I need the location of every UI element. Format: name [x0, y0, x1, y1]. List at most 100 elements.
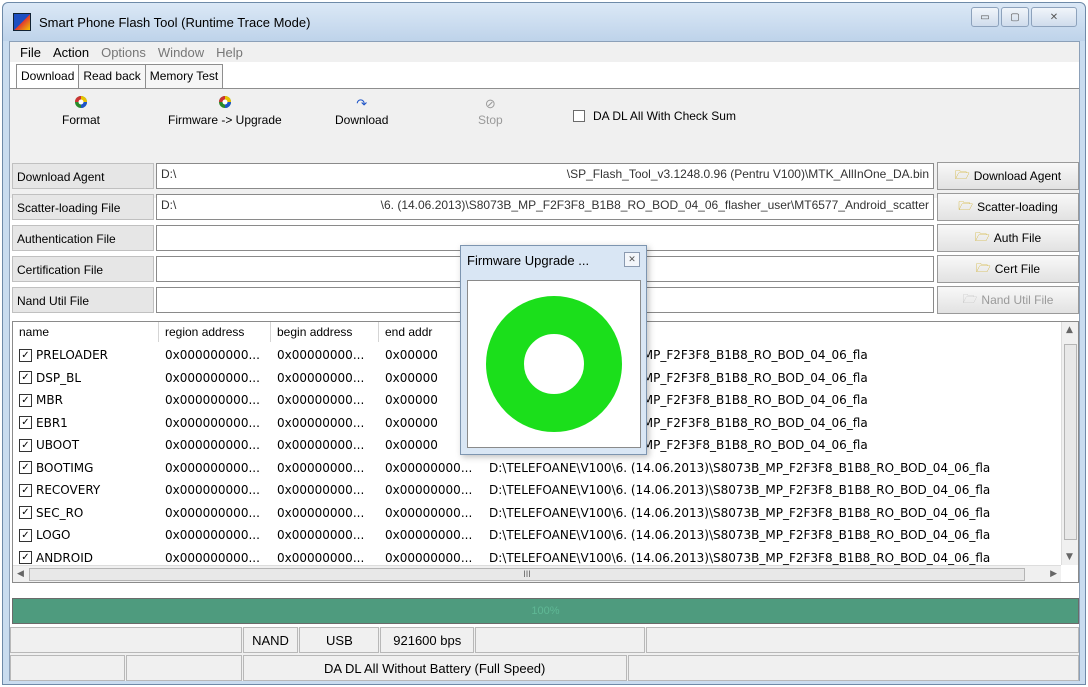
partition-checkbox[interactable]: ✓	[19, 348, 32, 362]
menu-options[interactable]: Options	[95, 42, 152, 62]
partition-begin-cell: 0x00000000...	[277, 460, 365, 475]
menu-help[interactable]: Help	[210, 42, 249, 62]
maximize-button[interactable]: ▢	[1001, 7, 1029, 27]
firmware-upgrade-label: Firmware -> Upgrade	[168, 113, 282, 127]
window-title: Smart Phone Flash Tool (Runtime Trace Mo…	[39, 15, 311, 30]
title-bar[interactable]: Smart Phone Flash Tool (Runtime Trace Mo…	[3, 3, 1085, 41]
tab-memory-test[interactable]: Memory Test	[144, 64, 224, 88]
partition-checkbox[interactable]: ✓	[19, 528, 32, 542]
vertical-scroll-thumb[interactable]	[1064, 344, 1077, 540]
partition-region-cell: 0x000000000...	[165, 483, 260, 498]
window-controls: ▭ ▢ ✕	[971, 7, 1077, 27]
download-arrow-icon: ↷	[356, 96, 368, 111]
format-button[interactable]: Format	[62, 95, 100, 127]
status-row-mode: DA DL All Without Battery (Full Speed)	[10, 655, 1079, 681]
partition-name-cell: ✓ EBR1	[13, 416, 159, 430]
status-cell-empty	[627, 655, 1079, 681]
cert-file-button[interactable]: 🗁 Cert File	[937, 255, 1079, 283]
scatter-loading-button[interactable]: 🗁 Scatter-loading	[937, 193, 1079, 221]
partition-begin-cell: 0x00000000...	[277, 348, 365, 363]
auth-file-button-label: Auth File	[993, 231, 1042, 245]
scroll-right-icon[interactable]: ▶	[1050, 569, 1057, 579]
partition-checkbox[interactable]: ✓	[19, 416, 32, 430]
download-panel: Format Firmware -> Upgrade ↷ Download ⊘ …	[10, 88, 1079, 314]
tab-download[interactable]: Download	[16, 64, 80, 89]
stop-button[interactable]: ⊘ Stop	[478, 95, 503, 127]
status-cell-empty	[475, 627, 645, 653]
partition-checkbox[interactable]: ✓	[19, 438, 32, 452]
progress-ring-icon	[486, 296, 622, 432]
minimize-button[interactable]: ▭	[971, 7, 999, 27]
scroll-left-icon[interactable]: ◀	[17, 569, 24, 579]
download-button[interactable]: ↷ Download	[335, 95, 388, 127]
partition-name-cell: ✓ RECOVERY	[13, 483, 159, 497]
column-header-region-address[interactable]: region address	[159, 322, 271, 342]
status-cell-empty	[125, 655, 242, 681]
menu-window[interactable]: Window	[152, 42, 210, 62]
partition-name-cell: ✓ ANDROID	[13, 551, 159, 565]
file-path-field[interactable]: D:\ \6. (14.06.2013)\S8073B_MP_F2F3F8_B1…	[156, 194, 934, 220]
firmware-upgrade-button[interactable]: Firmware -> Upgrade	[168, 95, 282, 127]
scroll-up-icon[interactable]: ▲	[1066, 325, 1073, 335]
download-agent-button[interactable]: 🗁 Download Agent	[937, 162, 1079, 190]
table-row[interactable]: ✓ SEC_RO 0x000000000... 0x00000000... 0x0000…	[13, 502, 1061, 525]
partition-begin-cell: 0x00000000...	[277, 483, 365, 498]
partition-name: PRELOADER	[36, 348, 109, 363]
table-row[interactable]: ✓ LOGO 0x000000000... 0x00000000... 0x000000…	[13, 524, 1061, 547]
partition-begin-cell: 0x00000000...	[277, 415, 365, 430]
partition-checkbox[interactable]: ✓	[19, 461, 32, 475]
partition-checkbox[interactable]: ✓	[19, 371, 32, 385]
partition-location-cell: D:\TELEFOANE\V100\6. (14.06.2013)\S8073B…	[489, 483, 991, 498]
nand-util-file-button[interactable]: 🗁 Nand Util File	[937, 286, 1079, 314]
partition-region-cell: 0x000000000...	[165, 505, 260, 520]
partition-begin-cell: 0x00000000...	[277, 438, 365, 453]
folder-icon: 🗁	[975, 260, 991, 275]
table-row[interactable]: ✓ RECOVERY 0x000000000... 0x00000000... 0x00…	[13, 479, 1061, 502]
folder-icon: 🗁	[958, 198, 974, 213]
checksum-option[interactable]: DA DL All With Check Sum	[573, 109, 736, 123]
file-path-drive: D:\	[161, 198, 177, 212]
partition-region-cell: 0x000000000...	[165, 348, 260, 363]
checksum-checkbox[interactable]	[573, 110, 585, 122]
table-row[interactable]: ✓ BOOTIMG 0x000000000... 0x00000000... 0x000…	[13, 457, 1061, 480]
partition-checkbox[interactable]: ✓	[19, 393, 32, 407]
progress-bar: 100%	[12, 598, 1079, 624]
partition-checkbox[interactable]: ✓	[19, 551, 32, 565]
partition-location-cell: D:\TELEFOANE\V100\6. (14.06.2013)\S8073B…	[489, 460, 991, 475]
folder-icon: 🗁	[974, 229, 990, 244]
horizontal-scrollbar[interactable]: ◀ III ▶	[13, 565, 1061, 582]
partition-begin-cell: 0x00000000...	[277, 370, 365, 385]
dialog-close-button[interactable]: ✕	[624, 252, 640, 267]
file-path-field[interactable]: D:\ \SP_Flash_Tool_v3.1248.0.96 (Pentru …	[156, 163, 934, 189]
column-header-begin-address[interactable]: begin address	[271, 322, 379, 342]
vertical-scrollbar[interactable]: ▲ ▼	[1061, 322, 1078, 565]
menu-file[interactable]: File	[14, 42, 47, 62]
app-icon	[13, 13, 31, 31]
partition-end-cell: 0x00000000...	[385, 505, 473, 520]
close-button[interactable]: ✕	[1031, 7, 1077, 27]
status-cell-empty	[10, 627, 242, 653]
checksum-label: DA DL All With Check Sum	[593, 109, 736, 123]
auth-file-button[interactable]: 🗁 Auth File	[937, 224, 1079, 252]
partition-region-cell: 0x000000000...	[165, 528, 260, 543]
partition-location-cell: D:\TELEFOANE\V100\6. (14.06.2013)\S8073B…	[489, 528, 991, 543]
status-cell-empty	[10, 655, 125, 681]
tab-read-back[interactable]: Read back	[78, 64, 146, 88]
column-header-name[interactable]: name	[13, 322, 159, 342]
partition-checkbox[interactable]: ✓	[19, 506, 32, 520]
folder-icon: 🗁	[954, 167, 970, 182]
partition-end-cell: 0x00000000...	[385, 483, 473, 498]
menu-action[interactable]: Action	[47, 42, 95, 62]
partition-region-cell: 0x000000000...	[165, 438, 260, 453]
partition-region-cell: 0x000000000...	[165, 370, 260, 385]
format-label: Format	[62, 113, 101, 127]
scroll-down-icon[interactable]: ▼	[1066, 552, 1073, 562]
partition-checkbox[interactable]: ✓	[19, 483, 32, 497]
partition-end-cell: 0x00000000...	[385, 528, 473, 543]
main-window: Smart Phone Flash Tool (Runtime Trace Mo…	[2, 2, 1086, 685]
firmware-upgrade-dialog: Firmware Upgrade ... ✕	[460, 245, 647, 455]
file-label: Nand Util File	[12, 287, 154, 313]
partition-name: DSP_BL	[36, 370, 82, 385]
status-row-connection: NAND USB 921600 bps	[10, 627, 1080, 653]
horizontal-scroll-thumb[interactable]: III	[29, 568, 1025, 581]
